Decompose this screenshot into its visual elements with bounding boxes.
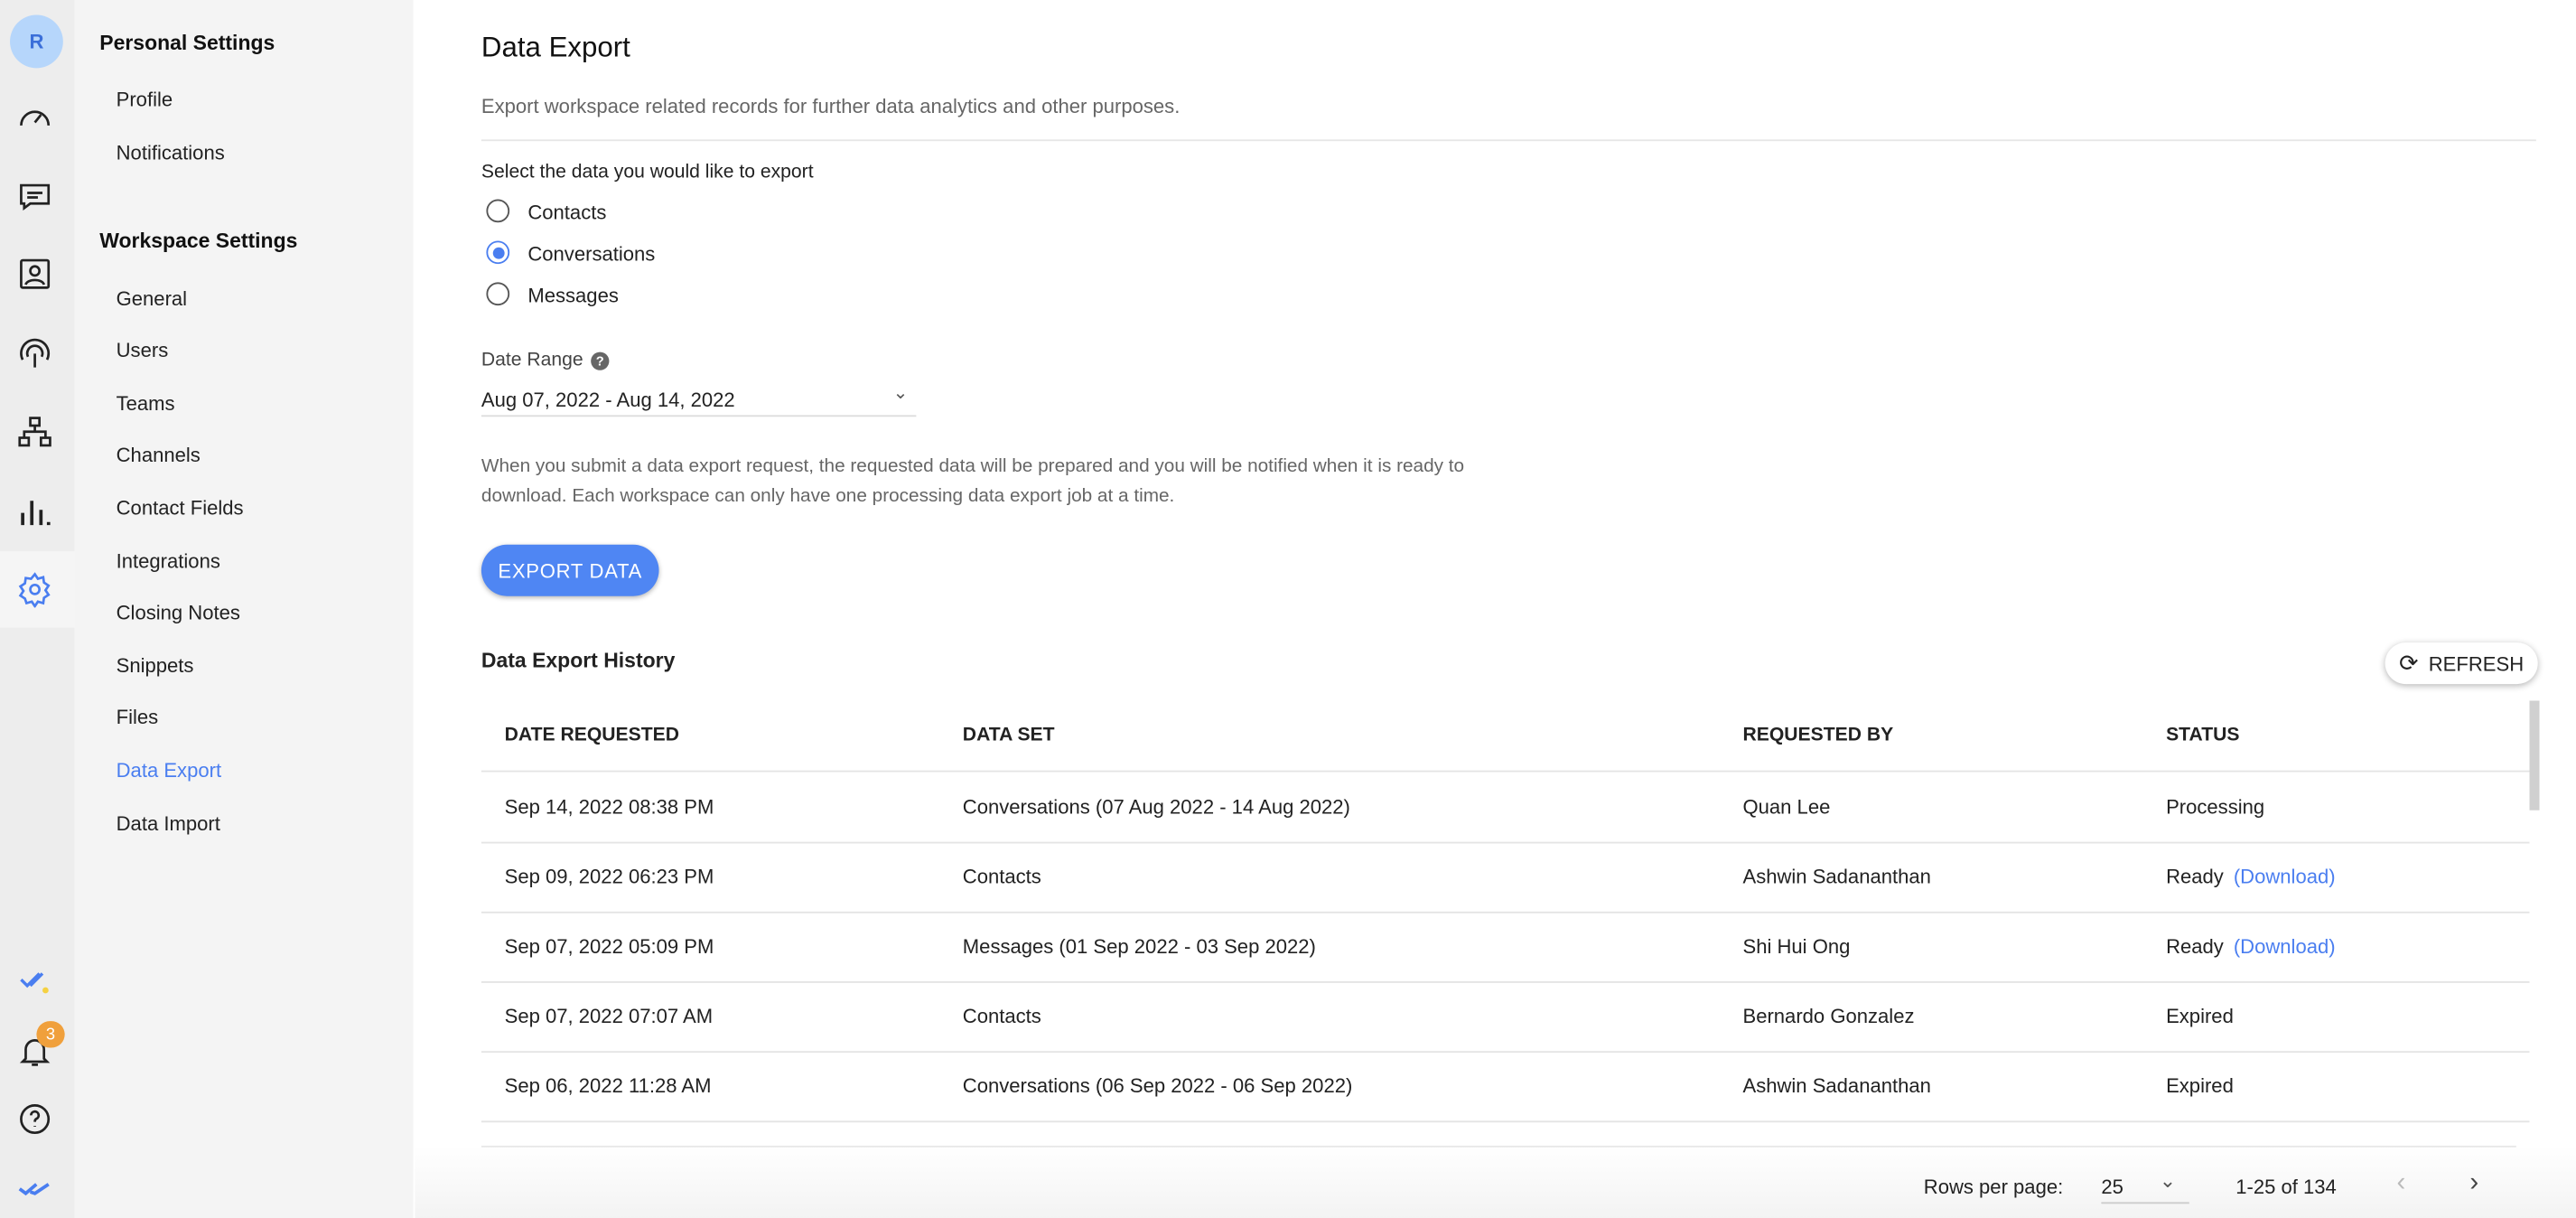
workflow-icon[interactable] — [14, 410, 57, 454]
radio-label-contacts[interactable]: Contacts — [527, 201, 606, 224]
main-content: Data Export Export workspace related rec… — [415, 0, 2576, 1218]
refresh-label: REFRESH — [2428, 651, 2525, 675]
export-note: When you submit a data export request, t… — [481, 456, 1465, 507]
sidebar-item-notifications[interactable]: Notifications — [117, 141, 225, 164]
prev-page-icon[interactable]: ‹ — [2396, 1169, 2405, 1199]
page-title: Data Export — [481, 31, 630, 63]
sidebar-item-teams[interactable]: Teams — [117, 392, 175, 416]
table-row: Sep 09, 2022 06:23 PM Contacts Ashwin Sada… — [481, 842, 2530, 914]
table-row: Sep 07, 2022 05:09 PM Messages (01 Sep 20… — [481, 912, 2530, 983]
notification-badge: 3 — [36, 1021, 65, 1048]
header-data-set: DATA SET — [962, 726, 1055, 746]
radio-label-messages[interactable]: Messages — [527, 284, 619, 307]
cell-date: Sep 06, 2022 11:28 AM — [504, 1073, 712, 1098]
status-text: Ready — [2166, 934, 2224, 959]
history-title: Data Export History — [481, 649, 676, 673]
rows-per-page-select[interactable]: 25 ⌄ — [2101, 1166, 2189, 1204]
download-link[interactable]: (Download) — [2234, 935, 2336, 959]
export-data-button[interactable]: EXPORT DATA — [481, 544, 659, 596]
table-row: Sep 06, 2022 11:28 AM Conversations (06 S… — [481, 1051, 2530, 1123]
rows-per-page-value: 25 — [2101, 1176, 2123, 1199]
sidebar-item-integrations[interactable]: Integrations — [117, 549, 220, 573]
cell-requested-by: Quan Lee — [1742, 795, 1831, 819]
select-label: Select the data you would like to export — [481, 163, 814, 183]
table-scrollbar[interactable] — [2529, 700, 2540, 810]
radio-contacts[interactable] — [486, 199, 510, 223]
table-row: Sep 07, 2022 07:07 AM Contacts Bernardo Go… — [481, 981, 2530, 1054]
personal-settings-heading: Personal Settings — [99, 31, 275, 55]
divider — [481, 139, 2536, 142]
cell-status: Processing — [2166, 795, 2264, 819]
cell-date: Sep 14, 2022 08:38 PM — [504, 795, 714, 819]
sidebar-item-general[interactable]: General — [117, 287, 187, 311]
cell-data-set: Messages (01 Sep 2022 - 03 Sep 2022) — [962, 934, 1316, 959]
cell-data-set: Contacts — [962, 865, 1041, 889]
cell-requested-by: Bernardo Gonzalez — [1742, 1004, 1915, 1028]
contacts-icon[interactable] — [14, 252, 57, 295]
settings-sidebar: Personal Settings Profile Notifications … — [74, 0, 414, 1218]
cell-data-set: Conversations (07 Aug 2022 - 14 Aug 2022… — [962, 795, 1350, 819]
logo-icon[interactable] — [14, 1167, 57, 1211]
cell-status: Ready (Download) — [2166, 865, 2336, 888]
cell-status: Expired — [2166, 1073, 2234, 1098]
reports-icon[interactable] — [14, 490, 57, 533]
pagination-bar: Rows per page: 25 ⌄ 1-25 of 134 ‹ › — [415, 1145, 2576, 1218]
status-text: Processing — [2166, 795, 2265, 819]
chevron-down-icon: ⌄ — [2159, 1168, 2177, 1193]
cell-data-set: Contacts — [962, 1004, 1041, 1028]
avatar[interactable]: R — [10, 14, 63, 69]
help-icon[interactable]: ? — [591, 351, 610, 370]
broadcast-icon[interactable] — [14, 333, 57, 376]
cell-requested-by: Ashwin Sadananthan — [1742, 865, 1931, 889]
cell-status: Expired — [2166, 1004, 2234, 1028]
help-icon[interactable] — [14, 1098, 57, 1141]
header-requested-by: REQUESTED BY — [1742, 726, 1894, 746]
rows-per-page-label: Rows per page: — [1923, 1176, 2064, 1199]
settings-icon[interactable] — [14, 567, 57, 611]
cell-date: Sep 09, 2022 06:23 PM — [504, 865, 714, 889]
header-date-requested: DATE REQUESTED — [504, 726, 679, 746]
cell-data-set: Conversations (06 Sep 2022 - 06 Sep 2022… — [962, 1073, 1353, 1098]
refresh-button[interactable]: ⟳ REFRESH — [2385, 642, 2538, 685]
refresh-icon: ⟳ — [2399, 649, 2419, 676]
sidebar-item-contact-fields[interactable]: Contact Fields — [117, 496, 244, 520]
radio-label-conversations[interactable]: Conversations — [527, 242, 655, 266]
status-text: Ready — [2166, 865, 2224, 889]
cell-requested-by: Shi Hui Ong — [1742, 934, 1851, 959]
date-range-label: Date Range — [481, 350, 583, 370]
sidebar-item-profile[interactable]: Profile — [117, 88, 173, 111]
download-link[interactable]: (Download) — [2234, 865, 2336, 888]
page-range: 1-25 of 134 — [2235, 1176, 2337, 1199]
sidebar-item-users[interactable]: Users — [117, 339, 169, 362]
cell-date: Sep 07, 2022 07:07 AM — [504, 1004, 714, 1028]
date-range-value: Aug 07, 2022 - Aug 14, 2022 — [481, 388, 735, 412]
page-subtitle: Export workspace related records for fur… — [481, 94, 1181, 118]
table-row: Sep 14, 2022 08:38 PM Conversations (07 A… — [481, 772, 2530, 844]
cell-status: Ready (Download) — [2166, 935, 2336, 959]
sidebar-item-channels[interactable]: Channels — [117, 444, 201, 467]
conversations-icon[interactable] — [14, 174, 57, 218]
cell-date: Sep 07, 2022 05:09 PM — [504, 934, 714, 959]
sidebar-item-snippets[interactable]: Snippets — [117, 654, 194, 678]
status-icon[interactable] — [14, 958, 57, 1001]
workspace-settings-heading: Workspace Settings — [99, 229, 298, 253]
radio-conversations[interactable] — [486, 240, 510, 265]
sidebar-item-data-import[interactable]: Data Import — [117, 812, 220, 836]
sidebar-item-files[interactable]: Files — [117, 706, 159, 729]
footer-divider — [481, 1145, 2516, 1148]
cell-requested-by: Ashwin Sadananthan — [1742, 1073, 1931, 1098]
header-status: STATUS — [2166, 726, 2240, 746]
sidebar-item-data-export[interactable]: Data Export — [117, 759, 221, 782]
date-range-select[interactable]: Aug 07, 2022 - Aug 14, 2022 ⌄ — [481, 379, 917, 417]
radio-messages[interactable] — [486, 282, 510, 306]
next-page-icon[interactable]: › — [2469, 1169, 2478, 1199]
icon-rail: R 3 — [0, 0, 75, 1218]
sidebar-item-closing-notes[interactable]: Closing Notes — [117, 601, 240, 624]
chevron-down-icon: ⌄ — [892, 383, 909, 404]
dashboard-icon[interactable] — [14, 97, 57, 140]
